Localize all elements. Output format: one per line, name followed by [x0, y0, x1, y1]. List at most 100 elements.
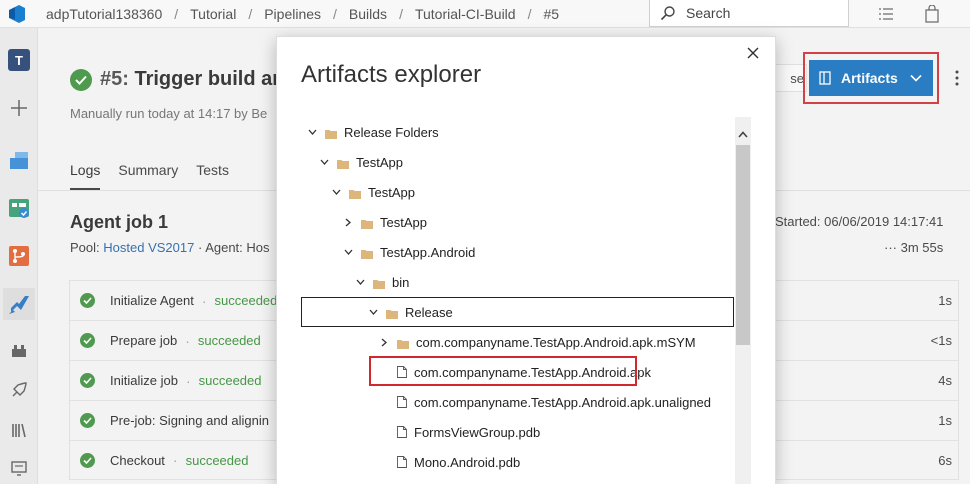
success-check-icon — [80, 333, 95, 348]
library-icon[interactable] — [3, 414, 35, 446]
tree-node-label: Release — [405, 304, 453, 320]
run-subtitle: Manually run today at 14:17 by Be — [70, 106, 268, 121]
chevron-down-icon[interactable] — [343, 247, 353, 257]
tree-node-2[interactable]: TestApp — [331, 179, 415, 205]
chevron-right-icon[interactable] — [343, 217, 353, 227]
breadcrumb-builds[interactable]: Builds — [349, 6, 387, 22]
artifacts-button[interactable]: Artifacts — [809, 60, 933, 96]
tree-node-label: FormsViewGroup.pdb — [414, 424, 541, 440]
chevron-down-icon[interactable] — [331, 187, 341, 197]
tree-node-11[interactable]: Mono.Android.pdb — [379, 449, 520, 475]
tree-node-label: Release Folders — [344, 124, 439, 140]
breadcrumb-project[interactable]: Tutorial — [190, 6, 236, 22]
search-placeholder: Search — [686, 5, 731, 21]
scroll-up-icon[interactable] — [735, 127, 751, 141]
chevron-down-icon[interactable] — [307, 127, 317, 137]
step-status: succeeded — [197, 333, 261, 348]
file-icon — [397, 456, 407, 468]
breadcrumb-pipelines[interactable]: Pipelines — [264, 6, 321, 22]
release-button[interactable]: se — [771, 64, 807, 92]
breadcrumb-run[interactable]: #5 — [543, 6, 559, 22]
job-title: Agent job 1 — [70, 212, 168, 232]
breadcrumb-pipeline[interactable]: Tutorial-CI-Build — [415, 6, 516, 22]
chevron-down-icon[interactable] — [319, 157, 329, 167]
shopping-bag-icon[interactable] — [922, 4, 942, 24]
folder-icon — [373, 277, 385, 289]
scroll-thumb[interactable] — [736, 145, 750, 345]
top-bar: adpTutorial138360 / Tutorial / Pipelines… — [0, 0, 970, 28]
folder-icon — [386, 307, 398, 319]
dialog-title: Artifacts explorer — [301, 61, 482, 88]
tree-node-label: Mono.Android.pdb — [414, 454, 521, 470]
folder-icon — [361, 247, 373, 259]
artifacts-button-label: Artifacts — [841, 70, 898, 86]
list-icon[interactable] — [876, 4, 896, 24]
folder-icon — [397, 337, 409, 349]
deployments-icon[interactable] — [3, 374, 35, 406]
tree-node-7[interactable]: com.companyname.TestApp.Android.apk.mSYM — [379, 329, 696, 355]
tree-node-4[interactable]: TestApp.Android — [343, 239, 475, 265]
tab-logs[interactable]: Logs — [70, 162, 101, 190]
tree-node-label: com.companyname.TestApp.Android.apk.mSYM — [416, 334, 696, 350]
test-plans-icon[interactable] — [3, 334, 35, 366]
azure-devops-logo-icon[interactable] — [0, 0, 34, 28]
step-status: succeeded — [185, 452, 249, 468]
chevron-right-icon[interactable] — [379, 337, 389, 347]
tab-summary[interactable]: Summary — [118, 162, 178, 190]
release-button-label: se — [790, 70, 804, 86]
tab-tests[interactable]: Tests — [196, 162, 229, 190]
success-check-icon — [80, 293, 95, 308]
step-status: succeeded — [198, 373, 262, 388]
pool-label: Pool: — [70, 240, 100, 255]
tree-node-6[interactable]: Release — [301, 297, 734, 327]
success-check-icon — [80, 373, 95, 388]
step-status: succeeded — [214, 293, 278, 308]
pool-link[interactable]: Hosted VS2017 — [103, 240, 194, 255]
step-duration: <1s — [930, 333, 952, 348]
folder-icon — [325, 127, 337, 139]
step-duration: 4s — [938, 373, 952, 388]
repos-icon[interactable] — [3, 240, 35, 272]
tree-node-9[interactable]: com.companyname.TestApp.Android.apk.unal… — [379, 389, 711, 415]
step-duration: 1s — [938, 293, 952, 308]
chevron-down-icon[interactable] — [368, 307, 378, 317]
breadcrumb-organization[interactable]: adpTutorial138360 — [46, 6, 162, 22]
step-duration: 1s — [938, 413, 952, 428]
chevron-down-icon[interactable] — [355, 277, 365, 287]
run-tabs: Logs Summary Tests — [70, 162, 247, 190]
overview-icon[interactable] — [3, 144, 35, 176]
tree-node-10[interactable]: FormsViewGroup.pdb — [379, 419, 540, 445]
tree-node-5[interactable]: bin — [355, 269, 409, 295]
close-icon[interactable] — [743, 43, 763, 63]
search-box[interactable]: Search — [649, 0, 849, 27]
pipelines-icon[interactable] — [3, 288, 35, 320]
step-name: Checkout — [110, 452, 165, 468]
tree-node-1[interactable]: TestApp — [319, 149, 403, 175]
step-duration: 6s — [938, 452, 952, 468]
step-name: Initialize Agent — [110, 293, 194, 308]
tree-node-label: bin — [392, 274, 410, 290]
tree-node-label: TestApp — [368, 184, 415, 200]
task-groups-icon[interactable] — [3, 452, 35, 484]
run-title-text: Trigger build and — [134, 68, 297, 90]
artifact-icon — [819, 71, 831, 85]
file-icon — [397, 396, 407, 408]
folder-icon — [337, 157, 349, 169]
tree-node-label: com.companyname.TestApp.Android.apk.unal… — [414, 394, 712, 410]
boards-icon[interactable] — [3, 192, 35, 224]
project-badge[interactable]: T — [3, 44, 35, 76]
step-name: Pre-job: Signing and alignin — [110, 413, 269, 428]
job-pool: Pool: Hosted VS2017 · Agent: Hos — [70, 240, 270, 255]
tree-node-3[interactable]: TestApp — [343, 209, 427, 235]
tree-node-label: TestApp.Android — [380, 244, 476, 260]
more-actions-icon[interactable] — [950, 66, 964, 90]
apk-highlight — [369, 356, 637, 386]
tree-node-0[interactable]: Release Folders — [307, 119, 439, 145]
chevron-down-icon — [910, 74, 922, 82]
success-check-icon — [70, 68, 92, 91]
agent-label: · Agent: Hos — [197, 240, 270, 255]
add-icon[interactable] — [3, 92, 35, 124]
tree-scrollbar[interactable] — [735, 117, 751, 484]
